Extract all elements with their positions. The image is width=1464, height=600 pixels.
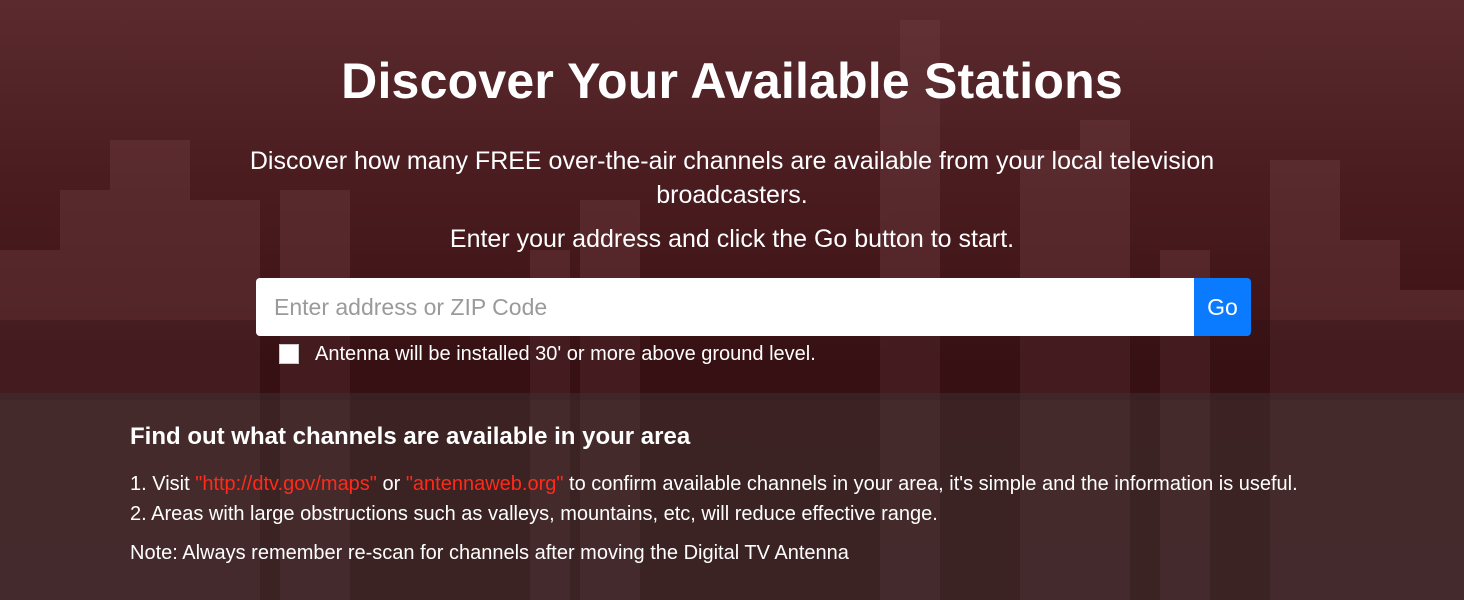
dtv-maps-link[interactable]: "http://dtv.gov/maps" — [195, 473, 377, 495]
info-heading: Find out what channels are available in … — [130, 423, 691, 450]
page-title: Discover Your Available Stations — [341, 53, 1123, 109]
hero-section: Discover Your Available Stations Discove… — [0, 0, 1464, 393]
info-item-1: 1. Visit "http://dtv.gov/maps" or "anten… — [130, 469, 1298, 499]
antennaweb-link[interactable]: "antennaweb.org" — [406, 473, 564, 495]
address-search-input[interactable] — [256, 278, 1194, 336]
info-item-1-prefix: 1. Visit — [130, 473, 196, 495]
address-search-form: Go — [256, 278, 1251, 336]
antenna-height-option[interactable]: Antenna will be installed 30' or more ab… — [279, 343, 816, 365]
info-list: 1. Visit "http://dtv.gov/maps" or "anten… — [130, 469, 1298, 529]
info-item-2: 2. Areas with large obstructions such as… — [130, 503, 938, 525]
hero-subtitle: Discover how many FREE over-the-air chan… — [249, 147, 1215, 209]
hero-instruction: Enter your address and click the Go butt… — [449, 225, 1015, 253]
info-item-1-suffix: to confirm available channels in your ar… — [563, 473, 1298, 495]
info-item-1-middle: or — [376, 473, 406, 495]
antenna-height-label: Antenna will be installed 30' or more ab… — [315, 342, 816, 365]
rescan-note: Note: Always remember re-scan for channe… — [130, 542, 849, 564]
antenna-height-checkbox[interactable] — [279, 344, 299, 364]
go-button[interactable]: Go — [1194, 278, 1251, 336]
info-panel: Find out what channels are available in … — [0, 393, 1464, 600]
